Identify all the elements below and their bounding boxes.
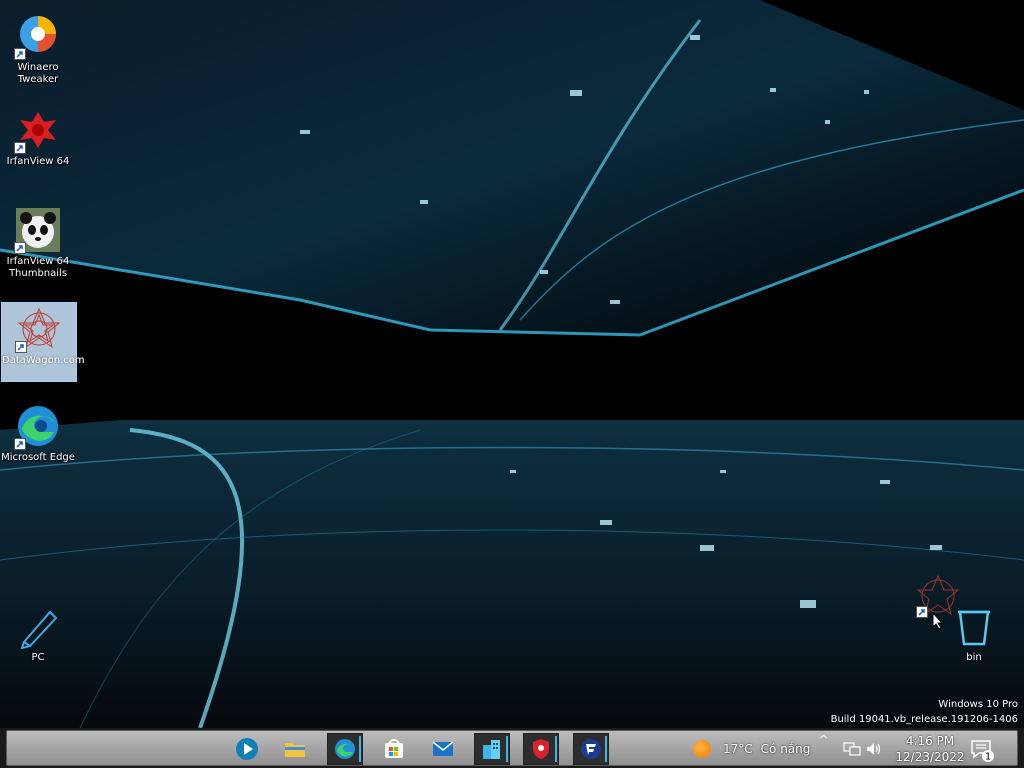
desktop-icon-pc[interactable]: PC	[0, 600, 76, 664]
volume-icon[interactable]	[865, 741, 883, 757]
media-player-icon	[236, 738, 258, 760]
desktop-icon-microsoft-edge[interactable]: Microsoft Edge	[0, 400, 76, 464]
f-secure-icon	[581, 739, 601, 759]
shortcut-arrow-icon	[14, 142, 26, 154]
shortcut-arrow-icon	[14, 48, 26, 60]
file-explorer-icon	[285, 743, 305, 757]
desktop-icon-label: bin	[966, 652, 982, 663]
watermark-edition: Windows 10 Pro	[938, 699, 1018, 710]
taskbar-app-building[interactable]	[474, 733, 510, 765]
watermark-build: Build 19041.vb_release.191206-1406	[830, 714, 1018, 725]
clock-time: 4:16 PM	[905, 734, 955, 748]
tray-overflow-chevron-icon[interactable]: ^	[819, 733, 833, 746]
taskbar-app-media-player[interactable]	[229, 733, 265, 765]
desktop-icon-label: PC	[31, 652, 45, 663]
taskbar-app-edge[interactable]	[327, 733, 363, 765]
mail-icon	[432, 741, 454, 756]
taskbar-app-mail[interactable]	[425, 733, 461, 765]
notification-count: 1	[985, 752, 991, 763]
desktop-icon-recycle-bin[interactable]: bin	[936, 600, 1012, 664]
taskbar-panel: 17°C Có nắng ^ 4:16 PM 12/23/2022 1	[6, 730, 1018, 766]
app-building-icon	[483, 740, 500, 759]
notification-icon: 1	[971, 740, 994, 763]
desktop-icon-irfanview-64-thumbnails[interactable]: IrfanView 64 Thumbnails	[0, 204, 76, 280]
taskbar-app-shield[interactable]	[523, 733, 559, 765]
notification-center-button[interactable]: 1	[969, 737, 995, 763]
taskbar: 17°C Có nắng ^ 4:16 PM 12/23/2022 1	[0, 728, 1024, 768]
desktop-icon-winaero-tweaker[interactable]: Winaero Tweaker	[0, 10, 76, 86]
taskbar-app-store[interactable]	[376, 733, 412, 765]
taskbar-app-f-secure[interactable]	[573, 733, 609, 765]
shortcut-arrow-icon	[15, 341, 27, 353]
mouse-cursor-icon	[932, 612, 944, 630]
system-clock[interactable]: 4:16 PM 12/23/2022	[887, 733, 973, 765]
shortcut-arrow-icon	[916, 606, 928, 618]
desktop-icon-datawagon[interactable]: DataWagon.com	[1, 302, 85, 382]
shortcut-arrow-icon	[14, 242, 26, 254]
shortcut-arrow-icon	[14, 438, 26, 450]
sun-icon	[693, 740, 711, 758]
weather-temperature: 17°C	[723, 742, 753, 756]
pc-pen-icon	[20, 610, 58, 650]
taskbar-app-file-explorer[interactable]	[277, 733, 313, 765]
desktop-icon-label: IrfanView 64	[6, 156, 70, 167]
windows-version-watermark: Windows 10 Pro Build 19041.vb_release.19…	[831, 697, 1018, 727]
store-icon	[385, 739, 403, 758]
desktop-icon-label: DataWagon.com	[2, 355, 85, 366]
recycle-bin-icon	[958, 610, 990, 646]
shield-icon	[533, 739, 549, 759]
desktop-icon-irfanview-64[interactable]: IrfanView 64	[0, 104, 76, 168]
clock-date: 12/23/2022	[895, 750, 965, 764]
desktop-icon-label: Winaero Tweaker	[17, 62, 59, 85]
weather-widget[interactable]: 17°C Có nắng	[693, 733, 818, 765]
desktop-icon-label: IrfanView 64 Thumbnails	[6, 256, 70, 279]
desktop-wallpaper	[0, 0, 1024, 768]
network-icon[interactable]	[843, 741, 861, 757]
edge-icon	[335, 739, 355, 759]
desktop-icon-label: Microsoft Edge	[1, 452, 75, 463]
weather-description: Có nắng	[760, 742, 811, 756]
